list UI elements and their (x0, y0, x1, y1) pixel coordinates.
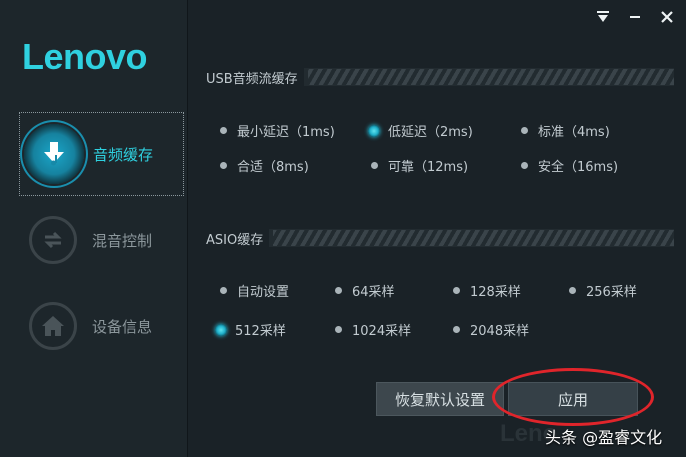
asio-option-64[interactable]: 64采样 (332, 281, 395, 300)
radio-dot (220, 287, 227, 294)
sidebar-item-audio-buffer[interactable]: 音频缓存 (19, 112, 184, 196)
sidebar: Lenovo 音频缓存 混音控制 设备信息 (0, 0, 188, 457)
asio-option-128[interactable]: 128采样 (450, 281, 521, 300)
menu-down-icon[interactable] (594, 8, 612, 26)
radio-label: 64采样 (352, 285, 395, 300)
radio-dot (371, 162, 378, 169)
radio-label: 2048采样 (470, 324, 530, 339)
radio-dot (335, 326, 342, 333)
radio-label: 自动设置 (237, 285, 290, 300)
header-hatch (273, 230, 674, 246)
asio-option-1024[interactable]: 1024采样 (332, 320, 411, 339)
asio-section-header: ASIO缓存 (200, 228, 674, 248)
window-controls (594, 8, 676, 26)
sidebar-item-label: 音频缓存 (93, 145, 154, 164)
radio-label: 低延迟（2ms) (388, 125, 473, 140)
minimize-icon[interactable] (626, 8, 644, 26)
sidebar-item-device-info[interactable]: 设备信息 (19, 284, 184, 368)
radio-dot (453, 287, 460, 294)
lenovo-logo: Lenovo (22, 36, 148, 77)
radio-dot-selected (368, 124, 380, 137)
radio-label: 256采样 (586, 285, 637, 300)
usb-option-12ms[interactable]: 可靠（12ms) (368, 156, 468, 175)
radio-dot (521, 162, 528, 169)
watermark-text: 头条 @盈睿文化 (545, 428, 663, 447)
music-download-icon (24, 124, 84, 184)
usb-option-16ms[interactable]: 安全（16ms) (518, 156, 618, 175)
sidebar-item-label: 设备信息 (92, 317, 153, 336)
radio-label: 512采样 (235, 324, 286, 339)
usb-option-1ms[interactable]: 最小延迟（1ms) (217, 121, 335, 140)
sidebar-item-mixer[interactable]: 混音控制 (19, 198, 184, 282)
app-window: Lenovo 音频缓存 混音控制 设备信息 USB音频流缓存 最小延迟（1ms)… (0, 0, 686, 457)
swap-arrows-icon (29, 216, 77, 264)
radio-label: 标准（4ms) (538, 125, 610, 140)
usb-option-8ms[interactable]: 合适（8ms) (217, 156, 309, 175)
asio-option-256[interactable]: 256采样 (566, 281, 637, 300)
radio-label: 可靠（12ms) (388, 160, 469, 175)
radio-dot (521, 127, 528, 134)
radio-dot-selected (215, 323, 227, 336)
apply-button[interactable]: 应用 (508, 382, 638, 416)
sidebar-item-label: 混音控制 (92, 231, 153, 250)
asio-option-512[interactable]: 512采样 (215, 320, 286, 339)
header-hatch (307, 69, 674, 85)
radio-dot (335, 287, 342, 294)
usb-option-4ms[interactable]: 标准（4ms) (518, 121, 610, 140)
usb-section-header: USB音频流缓存 (200, 67, 674, 87)
radio-label: 1024采样 (352, 324, 412, 339)
asio-section-title: ASIO缓存 (200, 228, 270, 248)
radio-dot (453, 326, 460, 333)
radio-dot (220, 162, 227, 169)
radio-label: 128采样 (470, 285, 521, 300)
asio-option-auto[interactable]: 自动设置 (217, 281, 289, 300)
restore-defaults-button[interactable]: 恢复默认设置 (376, 382, 504, 416)
home-icon (29, 302, 77, 350)
radio-label: 最小延迟（1ms) (237, 125, 335, 140)
radio-dot (220, 127, 227, 134)
radio-label: 安全（16ms) (538, 160, 619, 175)
usb-option-2ms[interactable]: 低延迟（2ms) (368, 121, 473, 140)
close-icon[interactable] (658, 8, 676, 26)
asio-option-2048[interactable]: 2048采样 (450, 320, 529, 339)
radio-dot (569, 287, 576, 294)
radio-label: 合适（8ms) (237, 160, 309, 175)
usb-section-title: USB音频流缓存 (200, 67, 304, 87)
